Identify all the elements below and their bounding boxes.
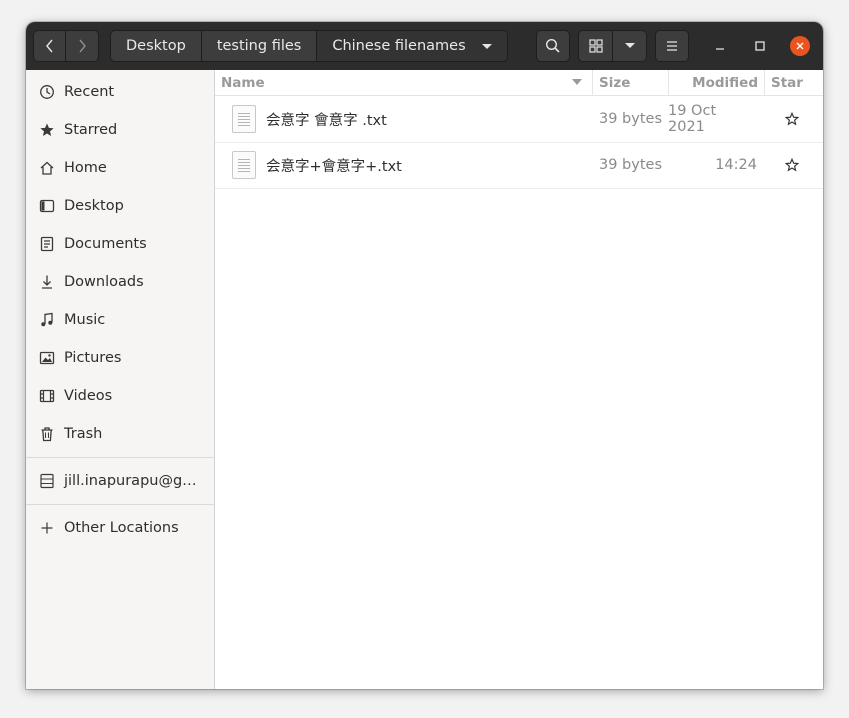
sidebar-item-label: Trash <box>64 426 103 442</box>
sidebar-item-recent[interactable]: Recent <box>26 73 214 111</box>
sidebar-item-documents[interactable]: Documents <box>26 225 214 263</box>
grid-view-icon <box>588 39 603 53</box>
sidebar-item-label: Downloads <box>64 274 144 290</box>
star-toggle-button[interactable] <box>785 142 799 188</box>
sidebar-item-label: Home <box>64 160 107 176</box>
forward-button[interactable] <box>66 30 99 62</box>
sidebar-item-label: Other Locations <box>64 520 179 536</box>
view-grid-button[interactable] <box>578 30 613 62</box>
recent-icon <box>39 84 55 100</box>
desktop-icon <box>39 198 55 214</box>
sidebar-item-label: Documents <box>64 236 147 252</box>
sidebar-item-label: Pictures <box>64 350 122 366</box>
minimize-button[interactable] <box>710 36 730 56</box>
search-icon <box>545 38 560 53</box>
sidebar: Recent Starred Home Desktop Documents Do… <box>26 70 215 689</box>
menu-button[interactable] <box>655 30 689 62</box>
back-button[interactable] <box>33 30 66 62</box>
sidebar-item-label: jill.inapurapu@g… <box>64 473 197 489</box>
column-size-label: Size <box>599 74 631 91</box>
sidebar-item-trash[interactable]: Trash <box>26 415 214 453</box>
search-button[interactable] <box>536 30 570 62</box>
documents-icon <box>39 236 55 252</box>
close-button[interactable] <box>790 36 810 56</box>
sidebar-divider <box>26 457 214 458</box>
minimize-icon <box>716 48 724 50</box>
home-icon <box>39 160 55 176</box>
text-file-icon <box>232 151 256 179</box>
sidebar-item-other-locations[interactable]: Other Locations <box>26 509 214 547</box>
column-modified-label: Modified <box>692 74 758 91</box>
pictures-icon <box>39 350 55 366</box>
sidebar-item-label: Music <box>64 312 106 328</box>
sidebar-item-music[interactable]: Music <box>26 301 214 339</box>
sidebar-item-label: Starred <box>64 122 118 138</box>
column-size-header[interactable]: Size <box>592 70 668 95</box>
sidebar-divider <box>26 504 214 505</box>
star-outline-icon <box>785 158 799 172</box>
breadcrumb-current-label: Chinese filenames <box>332 38 466 54</box>
navigation-buttons <box>33 30 99 62</box>
breadcrumb-testing-files[interactable]: testing files <box>201 30 318 62</box>
column-name-header[interactable]: Name <box>215 70 592 95</box>
chevron-right-icon <box>79 39 86 53</box>
column-modified-header[interactable]: Modified <box>668 70 764 95</box>
star-toggle-button[interactable] <box>785 96 799 142</box>
file-name: 会意字 會意字 .txt <box>266 112 387 129</box>
trash-icon <box>39 426 55 442</box>
sidebar-item-home[interactable]: Home <box>26 149 214 187</box>
star-icon <box>39 122 55 138</box>
sidebar-item-label: Desktop <box>64 198 124 214</box>
file-modified: 14:24 <box>715 157 757 173</box>
caret-down-icon <box>481 43 492 49</box>
file-size: 39 bytes <box>599 157 663 173</box>
table-row[interactable]: 会意字+會意字+.txt 39 bytes 14:24 <box>215 142 823 189</box>
column-star-label: Star <box>771 74 803 91</box>
chevron-left-icon <box>45 39 53 53</box>
breadcrumb-chinese-filenames[interactable]: Chinese filenames <box>317 30 508 62</box>
breadcrumb-desktop[interactable]: Desktop <box>110 30 202 62</box>
file-size: 39 bytes <box>599 111 663 127</box>
column-header-row: Name Size Modified Star <box>215 70 823 96</box>
star-outline-icon <box>785 112 799 126</box>
path-bar: Desktop testing files Chinese filenames <box>110 30 508 62</box>
sort-descending-icon <box>572 79 582 85</box>
header-bar: Desktop testing files Chinese filenames <box>26 22 823 71</box>
sidebar-item-videos[interactable]: Videos <box>26 377 214 415</box>
sidebar-item-desktop[interactable]: Desktop <box>26 187 214 225</box>
sidebar-item-pictures[interactable]: Pictures <box>26 339 214 377</box>
file-modified: 19 Oct 2021 <box>668 103 717 135</box>
sidebar-item-starred[interactable]: Starred <box>26 111 214 149</box>
close-icon <box>796 42 804 50</box>
file-name: 会意字+會意字+.txt <box>266 158 402 175</box>
file-list-view: Name Size Modified Star 会意字 會意字 .txt 39 … <box>215 70 823 689</box>
column-name-label: Name <box>221 74 265 91</box>
sidebar-item-downloads[interactable]: Downloads <box>26 263 214 301</box>
view-options-button[interactable] <box>612 30 647 62</box>
sidebar-item-label: Recent <box>64 84 115 100</box>
downloads-icon <box>39 274 55 290</box>
network-drive-icon <box>39 473 55 489</box>
sidebar-item-network-drive[interactable]: jill.inapurapu@g… <box>26 462 214 500</box>
caret-down-icon <box>624 43 635 48</box>
maximize-button[interactable] <box>750 36 770 56</box>
text-file-icon <box>232 105 256 133</box>
table-row[interactable]: 会意字 會意字 .txt 39 bytes 19 Oct 2021 <box>215 96 823 143</box>
file-manager-window: Desktop testing files Chinese filenames <box>26 22 823 689</box>
videos-icon <box>39 388 55 404</box>
maximize-icon <box>755 41 765 51</box>
hamburger-menu-icon <box>667 41 677 51</box>
sidebar-item-label: Videos <box>64 388 113 404</box>
music-icon <box>39 312 55 328</box>
plus-icon <box>39 520 55 536</box>
column-star-header[interactable]: Star <box>764 70 823 95</box>
